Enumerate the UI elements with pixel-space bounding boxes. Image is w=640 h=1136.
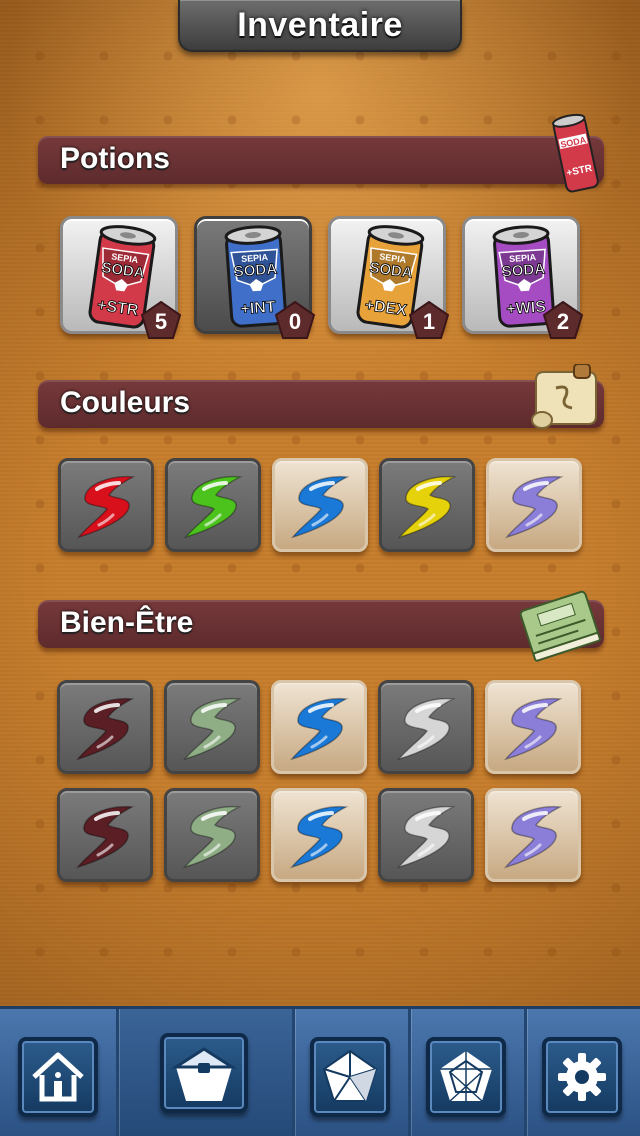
item-count: 5 xyxy=(154,309,168,334)
swoosh-icon xyxy=(503,697,563,761)
section-banner-potions: Potions SODA +STR xyxy=(38,113,604,193)
nav-inventory-button[interactable] xyxy=(160,1033,248,1113)
book-icon xyxy=(519,590,601,662)
bottom-nav-bar xyxy=(0,1006,640,1136)
color-swatch-slot[interactable] xyxy=(272,458,368,552)
color-swatch-slot[interactable] xyxy=(379,458,475,552)
section-title-bien-etre: Bien-Être xyxy=(60,606,194,639)
item-count: 0 xyxy=(288,309,302,334)
nav-divider xyxy=(116,1009,119,1136)
pentagon-sections-icon xyxy=(322,1049,378,1102)
swoosh-icon xyxy=(289,697,349,761)
can-name-label: SODA xyxy=(501,261,546,281)
section-banner-couleurs: Couleurs xyxy=(38,364,604,429)
color-swatch-slot[interactable] xyxy=(57,680,153,774)
nav-divider xyxy=(408,1009,411,1136)
swoosh-icon xyxy=(289,805,349,869)
swoosh-icon xyxy=(183,475,243,539)
swoosh-icon xyxy=(504,475,564,539)
swoosh-icon xyxy=(182,697,242,761)
page-title: Inventaire xyxy=(237,5,403,44)
pentagon-inventory-icon xyxy=(170,1047,238,1101)
home-icon xyxy=(32,1052,84,1102)
swoosh-icon xyxy=(76,475,136,539)
color-swatch-slot[interactable] xyxy=(271,788,367,882)
color-swatch-slot[interactable] xyxy=(378,680,474,774)
can-stat-label: +WIS xyxy=(506,299,547,319)
pentagon-web-icon xyxy=(440,1051,492,1102)
potion-slot[interactable]: SEPIA SODA +DEX 1 xyxy=(328,216,449,339)
nav-home-button[interactable] xyxy=(18,1037,98,1117)
nav-divider xyxy=(524,1009,527,1136)
swoosh-icon xyxy=(290,475,350,539)
nav-web-button[interactable] xyxy=(426,1037,506,1117)
swoosh-icon xyxy=(396,697,456,761)
can-stat-label: +INT xyxy=(240,299,276,318)
color-swatch-slot[interactable] xyxy=(378,788,474,882)
color-swatch-slot[interactable] xyxy=(485,680,581,774)
swoosh-icon xyxy=(503,805,563,869)
item-count-badge: 2 xyxy=(543,301,583,339)
color-swatch-slot[interactable] xyxy=(164,788,260,882)
item-count-badge: 5 xyxy=(141,301,181,339)
color-swatch-slot[interactable] xyxy=(485,788,581,882)
section-title-couleurs: Couleurs xyxy=(60,386,191,419)
color-swatch-slot[interactable] xyxy=(58,458,154,552)
potion-slot[interactable]: SEPIA SODA +STR 5 xyxy=(60,216,181,339)
title-tab: Inventaire xyxy=(178,0,462,52)
swoosh-icon xyxy=(397,475,457,539)
color-swatch-slot[interactable] xyxy=(57,788,153,882)
color-swatch-slot[interactable] xyxy=(165,458,261,552)
can-name-label: SODA xyxy=(233,261,278,281)
color-swatch-slot[interactable] xyxy=(164,680,260,774)
color-swatch-slot[interactable] xyxy=(271,680,367,774)
section-title-potions: Potions xyxy=(60,142,170,175)
color-swatch-slot[interactable] xyxy=(486,458,582,552)
swoosh-icon xyxy=(396,805,456,869)
soda-can-icon: SODA +STR xyxy=(552,113,599,193)
item-count: 1 xyxy=(422,309,436,334)
potion-slot[interactable]: SEPIA SODA +WIS 2 xyxy=(462,216,583,339)
swoosh-icon xyxy=(182,805,242,869)
item-count-badge: 1 xyxy=(409,301,449,339)
item-count-badge: 0 xyxy=(275,301,315,339)
gear-icon xyxy=(558,1053,606,1101)
item-count: 2 xyxy=(556,309,570,334)
potion-slot[interactable]: SEPIA SODA +INT 0 xyxy=(194,216,315,339)
swoosh-icon xyxy=(75,697,135,761)
nav-sections-button[interactable] xyxy=(310,1037,390,1117)
scroll-icon xyxy=(531,364,597,429)
nav-settings-button[interactable] xyxy=(542,1037,622,1117)
section-banner-bien-etre: Bien-Être xyxy=(38,590,604,662)
swoosh-icon xyxy=(75,805,135,869)
nav-divider xyxy=(292,1009,295,1136)
